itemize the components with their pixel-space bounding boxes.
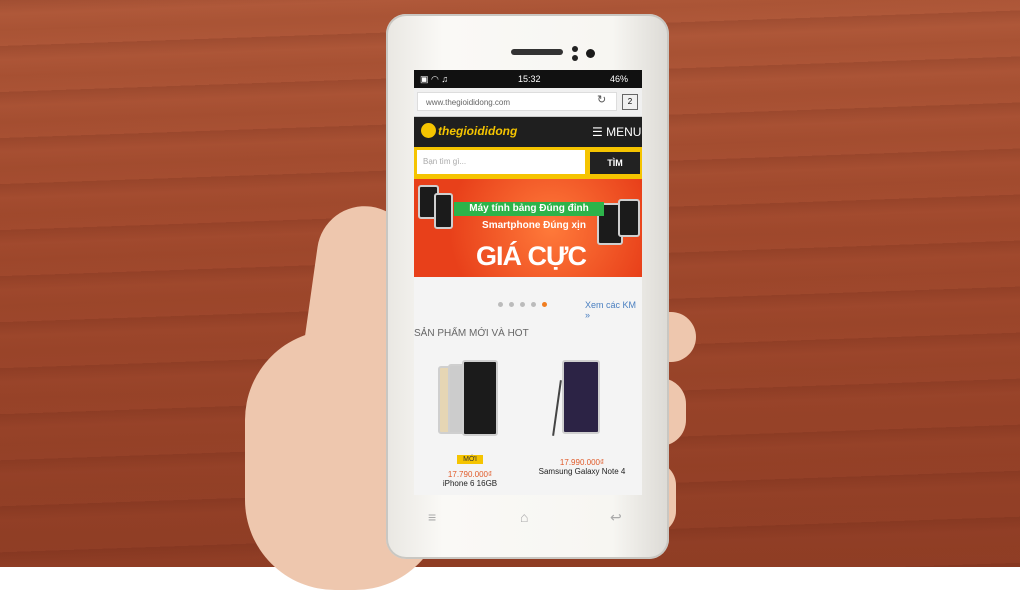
status-time: 15:32 bbox=[518, 74, 541, 84]
recents-icon[interactable]: ≡ bbox=[428, 509, 436, 525]
banner-tablet-image bbox=[618, 199, 640, 237]
carousel-dot[interactable] bbox=[520, 302, 525, 307]
tabs-icon[interactable]: 2 bbox=[622, 94, 638, 110]
carousel-dots bbox=[498, 294, 553, 312]
phone: ▣ ◠ ♫ 15:32 46% www.thegioididong.com ↻ … bbox=[386, 14, 669, 559]
product-image bbox=[420, 360, 520, 440]
see-promotions-link[interactable]: Xem các KM » bbox=[585, 300, 642, 320]
galaxy-note-image bbox=[562, 360, 600, 434]
phone-screen: ▣ ◠ ♫ 15:32 46% www.thegioididong.com ↻ … bbox=[414, 70, 642, 495]
front-camera bbox=[586, 49, 595, 58]
reload-icon[interactable]: ↻ bbox=[597, 93, 606, 106]
carousel-dot[interactable] bbox=[509, 302, 514, 307]
sensor bbox=[572, 46, 578, 52]
back-icon[interactable]: ↩ bbox=[610, 509, 622, 526]
banner-line-2: Smartphone Đúng xịn bbox=[482, 220, 586, 231]
s-pen-image bbox=[552, 380, 562, 436]
product-name: iPhone 6 16GB bbox=[442, 479, 498, 488]
search-row: Bạn tìm gì... TÌM bbox=[414, 147, 642, 179]
carousel-dot-active[interactable] bbox=[542, 302, 547, 307]
search-input[interactable]: Bạn tìm gì... bbox=[417, 150, 585, 174]
promo-banner[interactable]: Máy tính bảng Đúng đỉnh Smartphone Đúng … bbox=[414, 179, 642, 277]
product-price: 17.790.000₫ bbox=[447, 470, 493, 479]
site-header: thegioididong ☰ MENU bbox=[414, 117, 642, 147]
logo-icon bbox=[421, 123, 436, 138]
product-price: 17.990.000₫ bbox=[559, 458, 605, 467]
banner-phone-image bbox=[434, 193, 453, 229]
product-card[interactable]: 17.990.000₫ Samsung Galaxy Note 4 bbox=[526, 360, 638, 476]
carousel-dot[interactable] bbox=[498, 302, 503, 307]
iphone-image bbox=[462, 360, 498, 436]
site-logo[interactable]: thegioididong bbox=[438, 124, 517, 138]
product-name: Samsung Galaxy Note 4 bbox=[538, 467, 626, 476]
carousel-dot[interactable] bbox=[531, 302, 536, 307]
banner-line-1: Máy tính bảng Đúng đỉnh bbox=[454, 202, 604, 216]
section-title: SẢN PHẨM MỚI VÀ HOT bbox=[414, 328, 529, 339]
sensor bbox=[572, 55, 578, 61]
banner-headline: GIÁ CỰC NGON bbox=[476, 241, 587, 277]
product-image bbox=[526, 360, 638, 452]
url-field[interactable]: www.thegioididong.com bbox=[417, 92, 617, 111]
product-card[interactable]: MỚI 17.790.000₫ iPhone 6 16GB bbox=[420, 360, 520, 488]
new-badge: MỚI bbox=[457, 455, 483, 464]
search-button[interactable]: TÌM bbox=[590, 152, 640, 174]
home-icon[interactable]: ⌂ bbox=[520, 509, 528, 525]
status-bar: ▣ ◠ ♫ 15:32 46% bbox=[414, 70, 642, 88]
menu-label: MENU bbox=[606, 125, 642, 139]
status-icons: ▣ ◠ ♫ bbox=[420, 74, 449, 84]
phone-nav-bar: ≡ ⌂ ↩ bbox=[414, 501, 642, 537]
browser-bar: www.thegioididong.com ↻ 2 bbox=[414, 88, 642, 117]
earpiece bbox=[511, 49, 563, 55]
menu-button[interactable]: ☰ MENU bbox=[592, 125, 641, 139]
hamburger-icon: ☰ bbox=[592, 125, 603, 139]
status-battery: 46% bbox=[610, 74, 629, 84]
